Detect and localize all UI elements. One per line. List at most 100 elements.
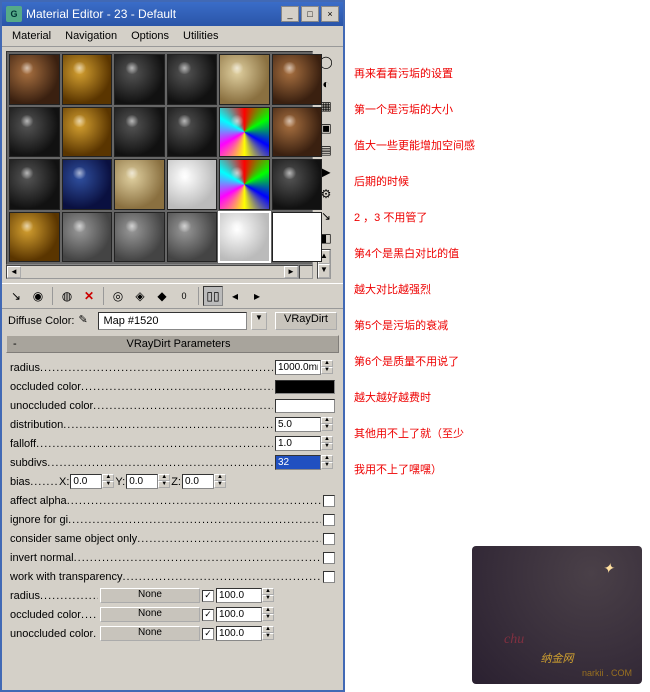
watermark-main: 纳金网 <box>541 650 574 666</box>
invert-normal-checkbox[interactable] <box>323 552 335 564</box>
star-icon: ✦ <box>602 560 614 577</box>
sample-slot[interactable] <box>62 159 113 210</box>
reset-map-icon[interactable]: ✕ <box>79 286 99 306</box>
bias-y-input[interactable] <box>126 474 158 489</box>
map-name-dropdown[interactable]: Map #1520 <box>98 312 247 330</box>
radius-map-button[interactable]: None <box>100 588 200 603</box>
sample-slot[interactable] <box>114 159 165 210</box>
radius-map-label: radius <box>10 590 40 602</box>
show-end-result-icon[interactable]: ▯▯ <box>203 286 223 306</box>
sample-slot[interactable] <box>272 107 323 158</box>
falloff-label: falloff <box>10 438 36 450</box>
ignore-gi-checkbox[interactable] <box>323 514 335 526</box>
affect-alpha-checkbox[interactable] <box>323 495 335 507</box>
sample-slot[interactable] <box>9 107 60 158</box>
radius-input[interactable] <box>275 360 321 375</box>
titlebar[interactable]: G Material Editor - 23 - Default _ □ × <box>2 2 343 26</box>
sample-slot[interactable] <box>167 107 218 158</box>
dropdown-arrow-icon[interactable]: ▼ <box>251 312 267 330</box>
unocc-map-checkbox[interactable]: ✓ <box>202 628 214 640</box>
unocc-map-amount[interactable] <box>216 626 262 641</box>
radius-label: radius <box>10 362 40 374</box>
spinner-up-icon[interactable]: ▲ <box>321 360 333 367</box>
work-transparency-checkbox[interactable] <box>323 571 335 583</box>
material-editor-window: G Material Editor - 23 - Default _ □ × M… <box>0 0 345 692</box>
sample-slot[interactable] <box>272 159 323 210</box>
sample-slot[interactable] <box>219 54 270 105</box>
menu-utilities[interactable]: Utilities <box>177 28 224 44</box>
sample-scrollbar-h[interactable]: ◄ ► <box>6 265 299 279</box>
maximize-button[interactable]: □ <box>301 6 319 22</box>
sample-slot[interactable] <box>219 107 270 158</box>
scroll-right-icon[interactable]: ► <box>284 266 298 278</box>
watermark-chu: chu <box>504 632 524 648</box>
rollout-header[interactable]: - VRayDirt Parameters <box>6 335 339 353</box>
sample-slot[interactable] <box>219 159 270 210</box>
params-panel: radius ▲▼ occluded color unoccluded colo… <box>2 355 343 690</box>
get-material-icon[interactable]: ↘ <box>6 286 26 306</box>
occ-map-amount[interactable] <box>216 607 262 622</box>
subdivs-label: subdivs <box>10 457 47 469</box>
pick-material-icon[interactable]: ✎ <box>78 313 94 329</box>
sample-slot-selected[interactable] <box>219 212 270 263</box>
sample-slot[interactable] <box>114 212 165 263</box>
sample-slot[interactable] <box>62 107 113 158</box>
scroll-down-icon[interactable]: ▼ <box>318 264 330 278</box>
close-button[interactable]: × <box>321 6 339 22</box>
sample-slot[interactable] <box>9 54 60 105</box>
assign-to-sel-icon[interactable]: ◍ <box>57 286 77 306</box>
collapse-icon: - <box>13 338 25 350</box>
unocc-map-label: unoccluded color <box>10 628 93 640</box>
unoccluded-color-swatch[interactable] <box>275 399 335 413</box>
consider-same-label: consider same object only <box>10 533 137 545</box>
sample-slot[interactable] <box>62 54 113 105</box>
consider-same-checkbox[interactable] <box>323 533 335 545</box>
occluded-color-swatch[interactable] <box>275 380 335 394</box>
distribution-label: distribution <box>10 419 63 431</box>
distribution-input[interactable] <box>275 417 321 432</box>
menu-material[interactable]: Material <box>6 28 57 44</box>
menubar: Material Navigation Options Utilities <box>2 26 343 47</box>
bias-z-input[interactable] <box>182 474 214 489</box>
sample-slot[interactable] <box>167 54 218 105</box>
sample-slot[interactable] <box>9 159 60 210</box>
falloff-input[interactable] <box>275 436 321 451</box>
bias-label: bias <box>10 476 30 488</box>
occ-map-checkbox[interactable]: ✓ <box>202 609 214 621</box>
go-parent-icon[interactable]: ◂ <box>225 286 245 306</box>
rollout-title: VRayDirt Parameters <box>25 338 332 350</box>
sample-slot[interactable] <box>62 212 113 263</box>
subdivs-input[interactable] <box>275 455 321 470</box>
put-to-lib-icon[interactable]: ◆ <box>152 286 172 306</box>
app-icon: G <box>6 6 22 22</box>
map-type-button[interactable]: VRayDirt <box>275 312 337 330</box>
radius-map-checkbox[interactable]: ✓ <box>202 590 214 602</box>
minimize-button[interactable]: _ <box>281 6 299 22</box>
annotation-text: 再来看看污垢的设置 第一个是污垢的大小 值大一些更能增加空间感 后期的时候 2 … <box>354 56 646 488</box>
unocc-map-button[interactable]: None <box>100 626 200 641</box>
occ-map-button[interactable]: None <box>100 607 200 622</box>
sample-slot[interactable] <box>114 54 165 105</box>
radius-map-amount[interactable] <box>216 588 262 603</box>
spinner-down-icon[interactable]: ▼ <box>321 367 333 374</box>
bias-z-label: Z: <box>171 476 181 488</box>
go-forward-icon[interactable]: ▸ <box>247 286 267 306</box>
main-toolbar: ↘ ◉ ◍ ✕ ◎ ◈ ◆ 0 ▯▯ ◂ ▸ <box>2 283 343 309</box>
make-copy-icon[interactable]: ◎ <box>108 286 128 306</box>
menu-options[interactable]: Options <box>125 28 175 44</box>
sample-slot[interactable] <box>9 212 60 263</box>
sample-slot[interactable] <box>114 107 165 158</box>
menu-navigation[interactable]: Navigation <box>59 28 123 44</box>
ignore-gi-label: ignore for gi <box>10 514 68 526</box>
put-to-scene-icon[interactable]: ◉ <box>28 286 48 306</box>
scroll-left-icon[interactable]: ◄ <box>7 266 21 278</box>
sample-slot[interactable] <box>272 54 323 105</box>
mat-id-icon[interactable]: 0 <box>174 286 194 306</box>
bias-x-input[interactable] <box>70 474 102 489</box>
sample-slot[interactable] <box>272 212 323 263</box>
make-unique-icon[interactable]: ◈ <box>130 286 150 306</box>
sample-slot[interactable] <box>167 159 218 210</box>
map-name-row: Diffuse Color: ✎ Map #1520 ▼ VRayDirt <box>2 309 343 333</box>
sample-slot[interactable] <box>167 212 218 263</box>
diffuse-color-label: Diffuse Color: <box>8 315 74 327</box>
